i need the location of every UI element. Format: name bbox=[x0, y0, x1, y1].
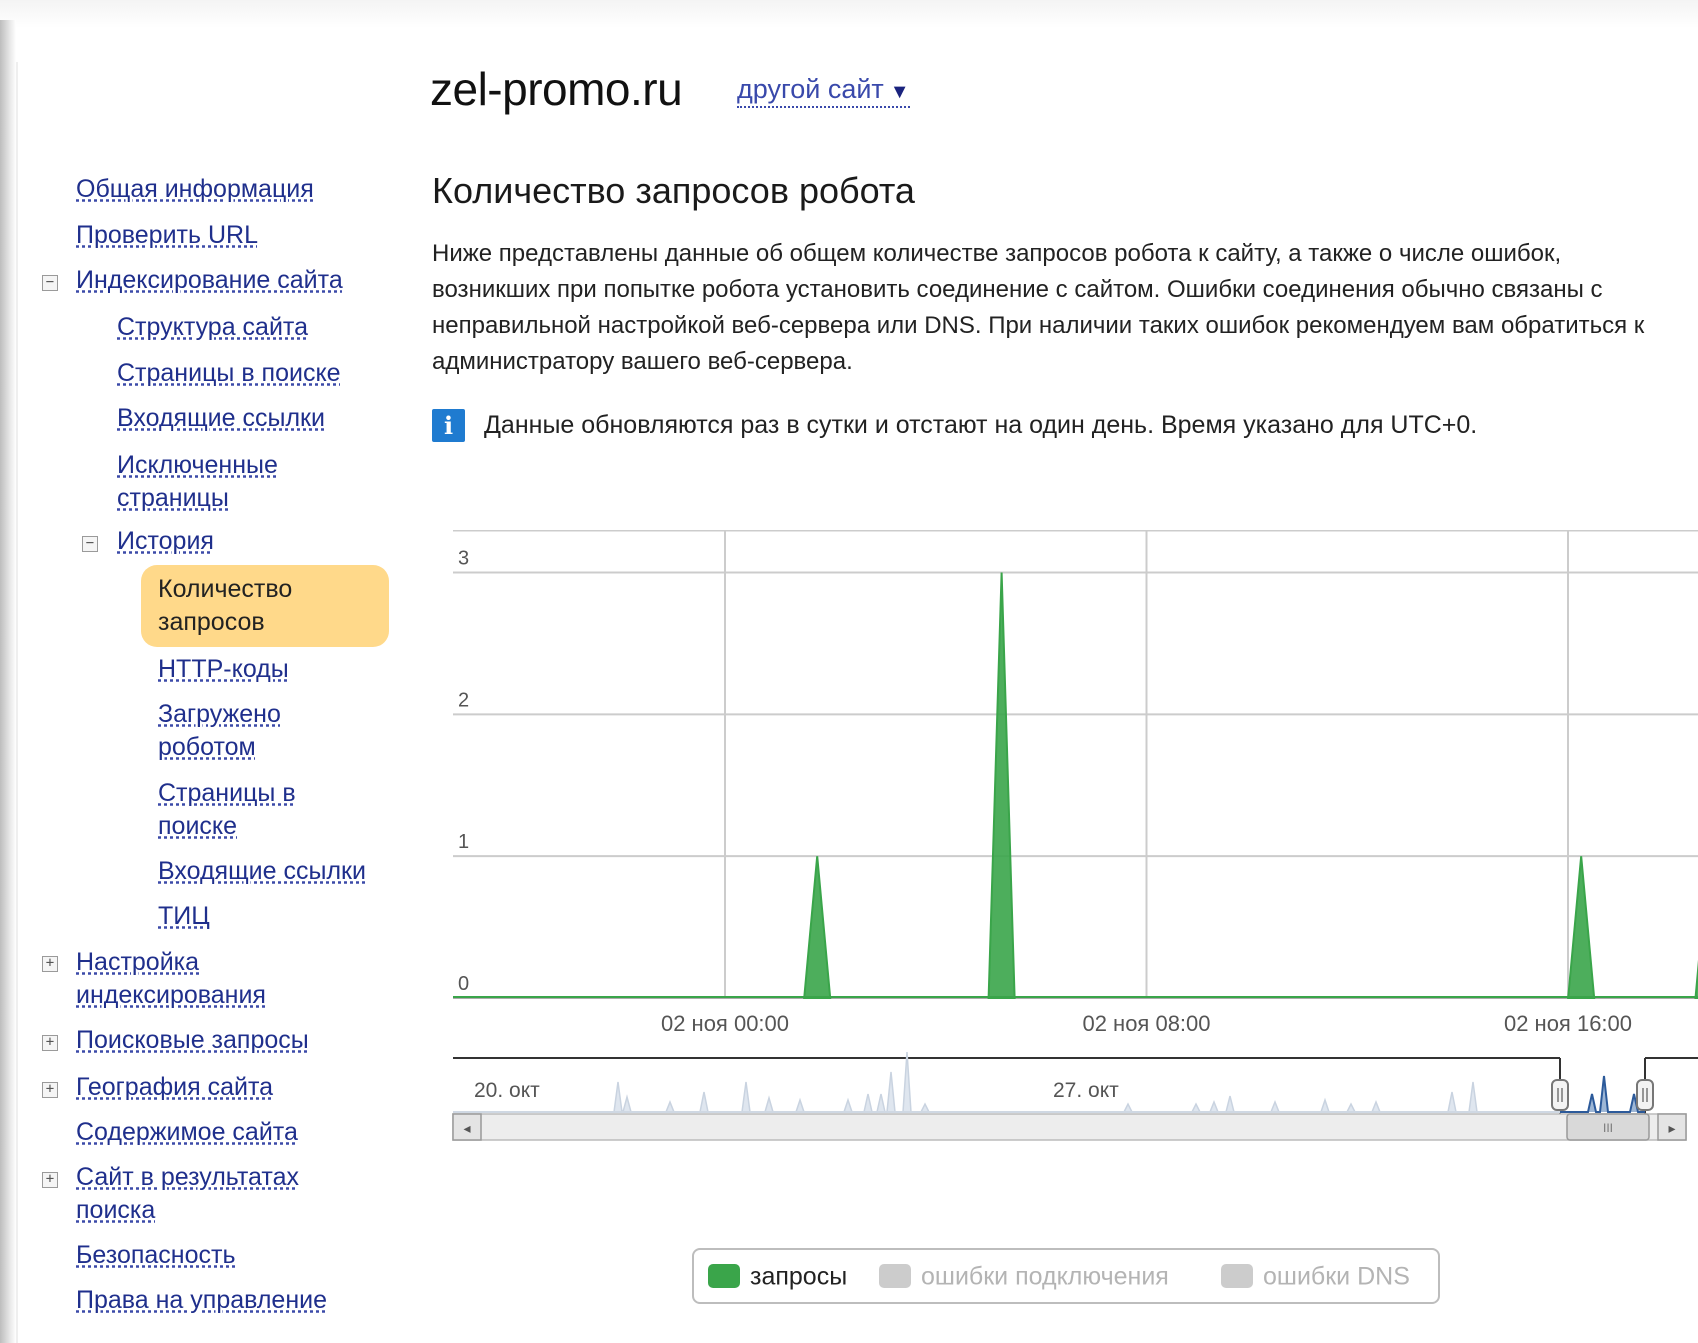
y-tick-label: 1 bbox=[458, 831, 469, 853]
window-left-shadow bbox=[0, 20, 16, 1343]
expand-icon[interactable]: + bbox=[42, 1082, 58, 1098]
sidebar-item-requests-label: Количество запросов bbox=[158, 575, 293, 636]
info-note: Данные обновляются раз в сутки и отстают… bbox=[484, 411, 1478, 439]
sidebar-item-search-queries[interactable]: Поисковые запросы bbox=[76, 1024, 309, 1057]
sidebar-item-history-pages-in-search[interactable]: Страницы в поиске bbox=[158, 777, 296, 843]
navigator-scrollbar-track bbox=[452, 1113, 1687, 1141]
sidebar-item-inbound-links[interactable]: Входящие ссылки bbox=[117, 402, 325, 435]
requests-chart: 0 1 2 3 02 ноя 00:00 02 ноя 08:00 02 ноя 16:0… bbox=[452, 530, 1698, 1142]
legend-label-connection-errors: ошибки подключения bbox=[921, 1262, 1169, 1291]
chart-y-ticks: 0 1 2 3 bbox=[458, 548, 469, 995]
sidebar-item-excluded-pages[interactable]: Исключенные страницы bbox=[117, 449, 278, 515]
navigator-handle bbox=[1636, 1079, 1654, 1111]
collapse-icon[interactable]: − bbox=[42, 275, 58, 291]
collapse-icon[interactable]: − bbox=[82, 536, 98, 552]
x-tick-label: 02 ноя 00:00 bbox=[661, 1011, 789, 1036]
sidebar-item-history[interactable]: История bbox=[117, 525, 214, 558]
expand-icon[interactable]: + bbox=[42, 1035, 58, 1051]
chart-navigator: 20. окт 27. окт ◂ III ▸ bbox=[452, 1051, 1698, 1142]
sidebar-item-http-codes[interactable]: HTTP-коды bbox=[158, 653, 289, 686]
series-requests-spike bbox=[987, 572, 1016, 999]
sidebar-item-rights[interactable]: Права на управление bbox=[76, 1284, 327, 1317]
y-tick-label: 3 bbox=[458, 548, 469, 570]
scroll-right-arrow-icon: ▸ bbox=[1668, 1120, 1675, 1136]
expand-icon[interactable]: + bbox=[42, 1172, 58, 1188]
chart-x-ticks: 02 ноя 00:00 02 ноя 08:00 02 ноя 16:00 bbox=[661, 1011, 1632, 1036]
sidebar-item-pages-in-search[interactable]: Страницы в поиске bbox=[117, 357, 341, 390]
sidebar-item-tic[interactable]: ТИЦ bbox=[158, 900, 210, 933]
excluded-pages-line2: страницы bbox=[117, 484, 229, 512]
window-left-border bbox=[16, 62, 18, 1343]
legend-swatch-connection-errors bbox=[879, 1264, 911, 1289]
legend-item-dns-errors[interactable]: ошибки DNS bbox=[1221, 1260, 1410, 1291]
site-title: zel-promo.ru bbox=[430, 63, 683, 115]
series-requests-spike bbox=[1567, 856, 1596, 999]
sidebar-item-overview[interactable]: Общая информация bbox=[76, 173, 314, 206]
sidebar-item-security[interactable]: Безопасность bbox=[76, 1239, 235, 1272]
sidebar-item-search-results[interactable]: Сайт в результатах поиска bbox=[76, 1161, 299, 1227]
window-top-edge bbox=[0, 0, 1698, 28]
other-site-label: другой сайт bbox=[737, 74, 884, 104]
expand-icon[interactable]: + bbox=[42, 956, 58, 972]
x-tick-label: 02 ноя 16:00 bbox=[1504, 1011, 1632, 1036]
excluded-pages-line1: Исключенные bbox=[117, 451, 278, 479]
sidebar-item-geography[interactable]: География сайта bbox=[76, 1071, 273, 1104]
legend-label-requests: запросы bbox=[750, 1262, 848, 1291]
y-tick-label: 2 bbox=[458, 689, 469, 711]
other-site-dropdown[interactable]: другой сайт ▼ bbox=[737, 74, 910, 108]
chevron-down-icon: ▼ bbox=[889, 81, 910, 103]
sidebar-item-history-inbound-links[interactable]: Входящие ссылки bbox=[158, 855, 366, 888]
sidebar-item-indexing[interactable]: Индексирование сайта bbox=[76, 264, 343, 297]
info-icon: i bbox=[432, 409, 465, 442]
legend-label-dns-errors: ошибки DNS bbox=[1263, 1262, 1410, 1291]
legend-swatch-requests bbox=[708, 1264, 740, 1289]
legend-item-connection-errors[interactable]: ошибки подключения bbox=[879, 1260, 1169, 1291]
x-tick-label: 02 ноя 08:00 bbox=[1082, 1011, 1210, 1036]
navigator-date-label: 27. окт bbox=[1053, 1079, 1119, 1102]
legend-swatch-dns-errors bbox=[1221, 1264, 1253, 1289]
y-tick-label: 0 bbox=[458, 973, 469, 995]
scroll-left-arrow-icon: ◂ bbox=[463, 1120, 470, 1136]
sidebar-item-downloaded[interactable]: Загружено роботом bbox=[158, 698, 281, 764]
legend-item-requests[interactable]: запросы bbox=[708, 1260, 847, 1291]
chart-legend: запросы ошибки подключения ошибки DNS bbox=[692, 1248, 1440, 1304]
page-description: Ниже представлены данные об общем количе… bbox=[432, 240, 1645, 375]
sidebar-item-indexing-settings[interactable]: Настройка индексирования bbox=[76, 946, 266, 1012]
sidebar-item-check-url[interactable]: Проверить URL bbox=[76, 219, 258, 252]
navigator-date-label: 20. окт bbox=[474, 1079, 540, 1102]
sidebar-item-site-structure[interactable]: Структура сайта bbox=[117, 311, 308, 344]
chart-grid bbox=[453, 530, 1698, 999]
chart-series bbox=[453, 572, 1698, 999]
sidebar-item-site-content[interactable]: Содержимое сайта bbox=[76, 1116, 298, 1149]
series-requests-spike bbox=[803, 856, 832, 999]
page-title: Количество запросов робота bbox=[432, 170, 915, 211]
navigator-handle bbox=[1551, 1079, 1569, 1111]
scroll-thumb-grip-icon: III bbox=[1603, 1121, 1613, 1135]
